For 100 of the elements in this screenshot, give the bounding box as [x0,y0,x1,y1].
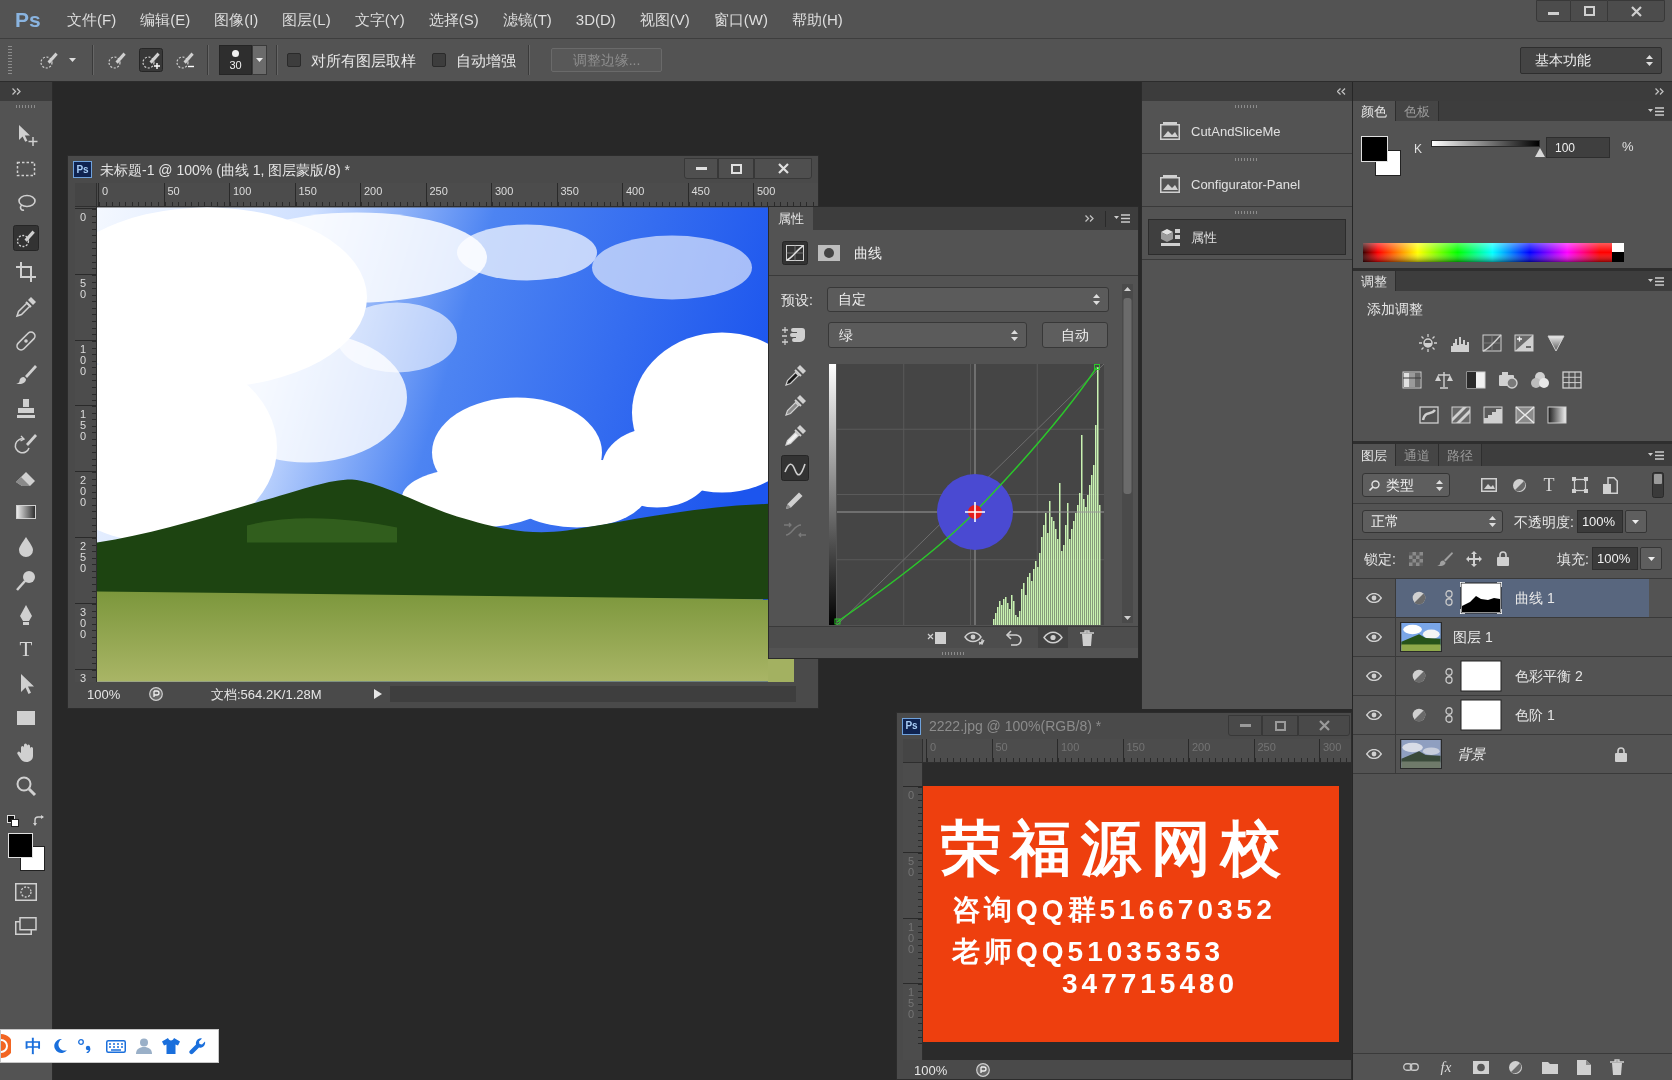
minimize-button[interactable] [684,158,718,179]
minimize-button[interactable] [1228,715,1262,736]
brush-size-picker[interactable]: 30 [219,45,252,75]
eyedropper-icon[interactable] [783,394,807,418]
grip-handle-icon[interactable] [941,651,966,655]
eyedropper-icon[interactable] [783,364,807,388]
shirt-icon[interactable] [162,1038,180,1054]
panel-tab[interactable]: 色板 [1396,101,1439,121]
punctuation-icon[interactable] [78,1039,92,1053]
color-bars-icon[interactable] [1402,371,1422,389]
menu-item[interactable]: 图像(I) [214,11,259,27]
layer-style-button[interactable]: fx [1438,1059,1454,1075]
quick-mask-icon[interactable] [15,882,37,901]
maximize-button[interactable] [718,158,754,179]
cross-box-icon[interactable] [1515,406,1535,424]
document-icon[interactable] [1603,476,1618,494]
maximize-button[interactable] [1262,715,1298,736]
scales-icon[interactable] [1434,371,1454,389]
grip-handle-icon[interactable] [1235,158,1259,161]
panel-tab[interactable]: 颜色 [1353,101,1396,121]
chain-link-icon[interactable] [1445,590,1453,606]
scrollbar[interactable] [1122,284,1133,623]
panel-tab[interactable]: 路径 [1439,444,1482,466]
chain-link-icon[interactable] [1445,668,1453,684]
three-circles-icon[interactable] [1530,371,1550,389]
caret-icon[interactable] [69,58,76,62]
logo-icon[interactable] [1,1034,11,1058]
maximize-button[interactable] [1571,0,1607,22]
diagonal-stripes-icon[interactable] [1451,406,1471,424]
checkbox-label[interactable]: 对所有图层取样 [311,52,416,68]
curves-icon[interactable] [782,240,808,265]
panel-tab[interactable]: 调整 [1353,271,1396,291]
panel-menu-icon[interactable] [1648,106,1664,116]
checkbox-label[interactable]: 自动增强 [456,52,516,68]
opacity-input[interactable]: 100% [1576,510,1623,533]
eyedropper-icon[interactable] [783,424,807,448]
mask-icon[interactable] [1473,1060,1489,1074]
half-circle-icon[interactable] [1412,708,1426,722]
triangle-right-icon[interactable] [373,689,382,699]
brush-selection-icon[interactable] [13,225,39,251]
fill-input[interactable]: 100% [1592,547,1638,570]
clip-to-layer-icon[interactable] [927,630,947,645]
color-swatches-icon[interactable] [1361,136,1401,176]
color-spectrum-bar[interactable] [1363,243,1624,262]
type-filter-button[interactable]: T [1541,476,1557,494]
menu-item[interactable]: 滤镜(T) [502,11,552,27]
swoosh-box-icon[interactable] [1419,406,1439,424]
half-circle-icon[interactable] [1508,1059,1523,1075]
blend-mode-dropdown[interactable]: 正常 [1362,510,1503,533]
value-input[interactable]: 100 [1546,137,1610,158]
eye-icon[interactable] [1366,710,1382,720]
landscape-thumbnail[interactable] [1400,622,1442,652]
padlock-icon[interactable] [1615,746,1627,762]
checkerboard-icon[interactable] [1408,551,1423,566]
camera-icon[interactable] [1498,371,1518,389]
menu-item[interactable]: 3D(D) [575,11,616,27]
half-circle-icon[interactable] [1512,477,1527,493]
minimize-button[interactable] [1536,0,1571,22]
wave-curve-icon[interactable] [781,455,809,481]
grip-handle-icon[interactable] [16,105,36,108]
new-layer-icon[interactable] [1577,1059,1591,1075]
trash-icon[interactable] [1080,629,1094,646]
undo-icon[interactable] [1005,629,1023,646]
auto-button[interactable]: 自动 [1042,322,1108,348]
preset-dropdown[interactable]: 自定 [827,287,1109,312]
moon-icon[interactable] [52,1038,68,1054]
wrench-icon[interactable] [189,1037,206,1055]
image-icon[interactable] [1481,478,1497,492]
eye-icon[interactable] [1366,632,1382,642]
close-button[interactable] [1298,715,1350,736]
channel-dropdown[interactable]: 绿 [828,322,1027,348]
checkbox[interactable] [287,53,301,67]
checkbox[interactable] [432,53,446,67]
triangle-icon[interactable] [1546,334,1566,352]
double-chevron-icon[interactable] [1085,215,1095,222]
histogram-icon[interactable] [1450,334,1470,352]
filter-toggle[interactable] [1652,472,1664,498]
menu-item[interactable]: 视图(V) [639,11,690,27]
eye-icon[interactable] [1038,627,1068,648]
panel-menu-icon[interactable] [1648,450,1664,460]
mask-thumbnail[interactable] [1460,582,1502,614]
brush-icon[interactable] [1436,550,1453,567]
type-tool-button[interactable]: T [13,636,39,663]
brush-add-icon[interactable] [139,48,163,72]
color-swatches-icon[interactable] [7,832,45,871]
gradient-square-icon[interactable] [1547,406,1567,424]
swap-arrows-icon[interactable] [33,814,45,827]
eye-icon[interactable] [1366,593,1382,603]
menu-item[interactable]: 图层(L) [282,11,331,27]
layer-item[interactable]: 曲线 1 [1396,579,1649,617]
menu-item[interactable]: 帮助(H) [792,11,843,27]
status-info-icon[interactable] [976,1063,990,1077]
grip-handle-icon[interactable] [1235,105,1259,108]
menu-item[interactable]: 编辑(E) [140,11,191,27]
panel-tab[interactable]: 图层 [1353,444,1396,466]
half-square-icon[interactable] [1466,371,1486,389]
layer-item[interactable]: 色彩平衡 2 [1396,657,1649,695]
k-slider[interactable] [1431,140,1545,158]
panel-tab[interactable]: 属性 [769,207,813,230]
dropdown-arrow-button[interactable] [1624,510,1647,533]
